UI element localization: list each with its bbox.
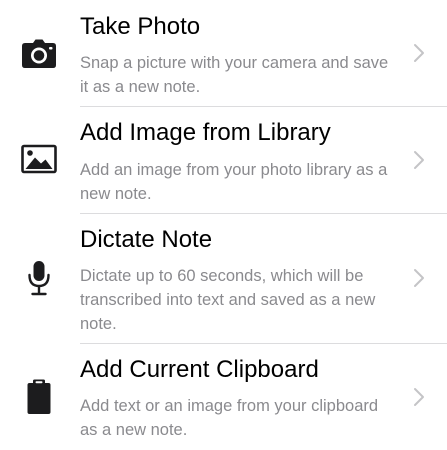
add-clipboard-description: Add text or an image from your clipboard… <box>80 397 379 439</box>
chevron-right-icon <box>414 44 424 62</box>
take-photo-description: Snap a picture with your camera and save… <box>80 54 389 96</box>
add-clipboard-title: Add Current Clipboard <box>80 356 319 383</box>
dictate-note-row[interactable]: Dictate Note Dictate up to 60 seconds, w… <box>0 214 447 343</box>
microphone-icon <box>21 260 57 296</box>
clipboard-icon <box>21 379 57 415</box>
chevron-right-icon <box>414 151 424 169</box>
take-photo-row[interactable]: Take Photo Snap a picture with your came… <box>0 0 447 106</box>
add-image-description: Add an image from your photo library as … <box>80 161 388 203</box>
dictate-note-description: Dictate up to 60 seconds, which will be … <box>80 267 376 333</box>
take-photo-title: Take Photo <box>80 13 201 40</box>
dictate-note-title: Dictate Note <box>80 226 213 253</box>
chevron-right-icon <box>414 269 424 287</box>
add-image-from-library-row[interactable]: Add Image from Library Add an image from… <box>0 107 447 213</box>
chevron-right-icon <box>414 388 424 406</box>
add-image-title: Add Image from Library <box>80 119 331 146</box>
camera-icon <box>21 36 57 72</box>
add-current-clipboard-row[interactable]: Add Current Clipboard Add text or an ima… <box>0 344 447 450</box>
new-note-options-list: Take Photo Snap a picture with your came… <box>0 0 447 450</box>
photo-icon <box>21 141 57 177</box>
